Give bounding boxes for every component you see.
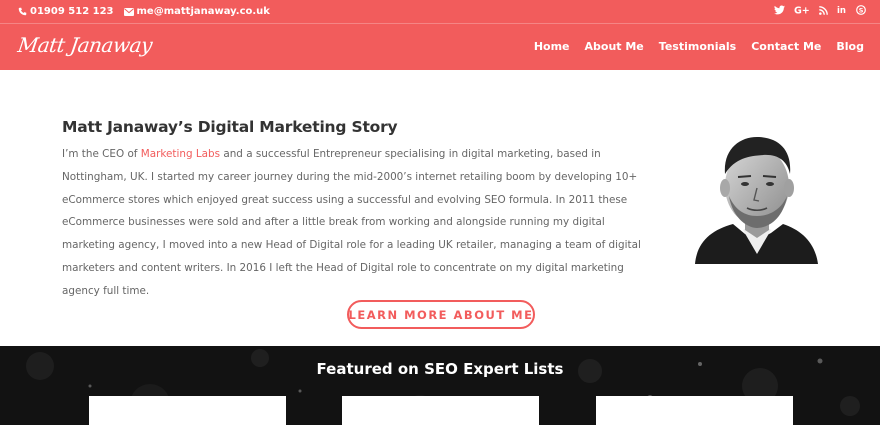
story-section: Matt Janaway’s Digital Marketing Story I… — [0, 70, 880, 346]
email-address: me@mattjanaway.co.uk — [136, 6, 270, 17]
google-plus-icon[interactable]: G+ — [794, 5, 810, 16]
story-text: I’m the CEO of — [62, 148, 141, 160]
linkedin-icon[interactable]: in — [837, 5, 847, 15]
nav-item-home[interactable]: Home — [534, 40, 570, 53]
skype-icon[interactable]: S — [856, 5, 866, 15]
nav-item-blog[interactable]: Blog — [836, 40, 864, 53]
marketing-labs-link[interactable]: Marketing Labs — [141, 148, 220, 160]
featured-card[interactable] — [596, 396, 793, 425]
main-navigation: Matt Janaway Home About Me Testimonials … — [0, 24, 880, 70]
story-paragraph: I’m the CEO of Marketing Labs and a succ… — [62, 143, 641, 303]
rss-icon[interactable] — [819, 5, 828, 15]
story-line: I’m the CEO of Marketing Labs and a succ… — [62, 143, 607, 166]
story-line: Nottingham, UK. I started my career jour… — [62, 170, 638, 183]
phone-contact[interactable]: 01909 512 123 — [18, 6, 114, 17]
story-title: Matt Janaway’s Digital Marketing Story — [62, 118, 398, 136]
story-line: marketers and content writers. In 2016 I… — [62, 261, 624, 274]
site-logo[interactable]: Matt Janaway — [16, 33, 153, 57]
featured-card[interactable] — [342, 396, 539, 425]
nav-item-about-me[interactable]: About Me — [585, 40, 644, 53]
top-bar: 01909 512 123 me@mattjanaway.co.uk G+ in… — [0, 0, 880, 24]
phone-number: 01909 512 123 — [30, 6, 114, 17]
nav-menu: Home About Me Testimonials Contact Me Bl… — [534, 40, 864, 53]
learn-more-button[interactable]: LEARN MORE ABOUT ME — [347, 300, 535, 329]
profile-portrait — [695, 136, 818, 264]
featured-heading: Featured on SEO Expert Lists — [316, 360, 564, 378]
nav-item-testimonials[interactable]: Testimonials — [659, 40, 736, 53]
featured-section: Featured on SEO Expert Lists — [0, 346, 880, 425]
story-line: eCommerce stores which enjoyed great suc… — [62, 193, 628, 206]
story-line: eCommerce businesses were sold and after… — [62, 216, 605, 229]
contact-info: 01909 512 123 me@mattjanaway.co.uk — [18, 6, 270, 17]
svg-text:in: in — [837, 6, 846, 15]
story-text: and a successful Entrepreneur specialisi… — [220, 148, 601, 160]
story-line: marketing agency, I moved into a new Hea… — [62, 239, 641, 252]
social-links: G+ in S — [774, 5, 866, 15]
svg-text:G+: G+ — [794, 6, 810, 16]
twitter-icon[interactable] — [774, 5, 785, 15]
phone-icon — [18, 7, 27, 16]
featured-card[interactable] — [89, 396, 286, 425]
story-line: agency full time. — [62, 284, 150, 297]
svg-text:S: S — [859, 7, 864, 15]
envelope-icon — [123, 7, 134, 16]
nav-item-contact-me[interactable]: Contact Me — [751, 40, 821, 53]
email-contact[interactable]: me@mattjanaway.co.uk — [123, 6, 270, 17]
